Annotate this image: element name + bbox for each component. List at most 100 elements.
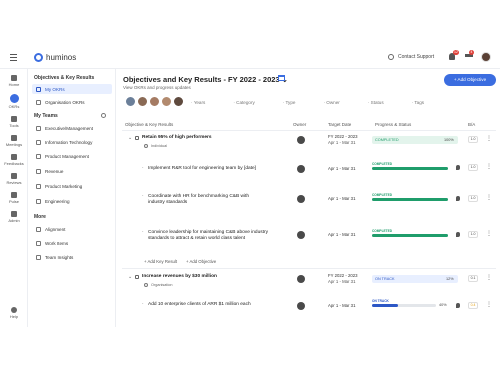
progress-status-label: ON TRACK xyxy=(372,299,389,303)
alignment-icon xyxy=(36,226,41,232)
score-box[interactable]: 0.4 xyxy=(468,302,478,309)
checkin-pin-icon[interactable] xyxy=(456,232,460,237)
objective-type: Individual xyxy=(151,144,168,148)
add-team-icon[interactable] xyxy=(101,113,106,118)
avatar[interactable] xyxy=(125,96,136,107)
key-result-title[interactable]: Add 10 enterprise clients of ARR $1 mill… xyxy=(148,302,293,308)
owner-avatar[interactable] xyxy=(297,165,305,173)
kr-bullet-icon: · xyxy=(142,165,144,171)
nav-pulse[interactable]: Pulse xyxy=(0,192,28,204)
collapse-chevron-icon[interactable]: ⌄ xyxy=(128,135,132,141)
app-logo[interactable]: huminos xyxy=(34,53,76,62)
objective-title[interactable]: Retain 95% of high performers xyxy=(142,135,212,141)
filter-years[interactable]: · Years xyxy=(191,100,219,105)
objective-title[interactable]: Increase revenues by $30 million xyxy=(142,274,217,280)
page-title[interactable]: Objectives and Key Results - FY 2022 - 2… xyxy=(123,75,288,84)
objective-type: Organisation xyxy=(151,283,173,287)
calendar-icon xyxy=(11,135,17,141)
sidebar-item-organisation-okrs[interactable]: Organisation OKRs xyxy=(32,97,112,107)
user-avatar[interactable] xyxy=(481,52,491,62)
collapse-chevron-icon[interactable]: ⌄ xyxy=(128,274,132,280)
avatar[interactable] xyxy=(173,96,184,107)
target-range: Apr 1 - Mar 31 xyxy=(328,279,356,284)
nav-reviews[interactable]: Reviews xyxy=(0,173,28,185)
tools-icon xyxy=(11,116,17,122)
owner-avatar[interactable] xyxy=(297,136,305,144)
sidebar-item-work-items[interactable]: Work Items xyxy=(32,238,112,248)
progress-bar[interactable]: COMPLETED xyxy=(372,162,448,170)
contact-support-label: Contact Support xyxy=(398,54,435,60)
checkin-pin-icon[interactable] xyxy=(456,196,460,201)
score-box[interactable]: 1.0 xyxy=(468,195,478,202)
sidebar-item-team[interactable]: Executive/Management xyxy=(32,123,112,133)
sidebar-item-team-insights[interactable]: Team Insights xyxy=(32,252,112,262)
more-options-icon[interactable]: ⋮ xyxy=(486,302,492,308)
sidebar-item-team[interactable]: Product Management xyxy=(32,151,112,161)
organisation-icon xyxy=(144,283,148,287)
progress-bar[interactable]: COMPLETED xyxy=(372,229,448,237)
avatar[interactable] xyxy=(149,96,160,107)
add-objective-button[interactable]: + Add Objective xyxy=(444,74,496,86)
logo-mark-icon xyxy=(34,53,43,62)
score-box[interactable]: 1.0 xyxy=(468,136,478,143)
kr-bullet-icon: · xyxy=(142,301,144,307)
sidebar-item-team[interactable]: Information Technology xyxy=(32,137,112,147)
avatar[interactable] xyxy=(137,96,148,107)
score-box[interactable]: 1.0 xyxy=(468,231,478,238)
notification-badge: 12 xyxy=(453,50,459,55)
key-result-title[interactable]: Convince leadership for maintaining C&B … xyxy=(148,230,288,242)
more-options-icon[interactable]: ⋮ xyxy=(486,195,492,201)
more-options-icon[interactable]: ⋮ xyxy=(486,136,492,142)
progress-bar[interactable]: COMPLETED xyxy=(372,193,448,201)
progress-fill xyxy=(372,304,398,307)
filter-label: Tags xyxy=(414,100,425,105)
sidebar-item-team[interactable]: Engineering xyxy=(32,196,112,206)
owner-avatar[interactable] xyxy=(297,275,305,283)
nav-tools[interactable]: Tools xyxy=(0,116,28,128)
score-box[interactable]: 0.1 xyxy=(468,275,478,282)
more-options-icon[interactable]: ⋮ xyxy=(486,275,492,281)
key-result-title[interactable]: Implement R&R tool for engineering team … xyxy=(148,166,283,172)
nav-okrs[interactable]: OKRs xyxy=(0,94,28,109)
calendar-icon[interactable] xyxy=(278,75,285,81)
owner-avatar[interactable] xyxy=(297,302,305,310)
avatar[interactable] xyxy=(161,96,172,107)
nav-meetings[interactable]: Meetings xyxy=(0,135,28,147)
more-options-icon[interactable]: ⋮ xyxy=(486,231,492,237)
objective-percent: 100% xyxy=(444,138,454,142)
sidebar-item-team[interactable]: Product Marketing xyxy=(32,181,112,191)
sidebar-item-label: Product Management xyxy=(45,153,89,159)
add-objective-link[interactable]: + Add Objective xyxy=(186,259,216,264)
sidebar-item-alignment[interactable]: Alignment xyxy=(32,224,112,234)
nav-home[interactable]: Home xyxy=(0,75,28,87)
sidebar-item-team[interactable]: Revenue xyxy=(32,166,112,176)
filter-status[interactable]: · Status xyxy=(368,100,398,105)
sidebar-item-my-okrs[interactable]: My OKRs xyxy=(32,84,112,94)
owner-avatar[interactable] xyxy=(297,195,305,203)
nav-pulse-label: Pulse xyxy=(8,199,19,204)
contact-support-link[interactable]: Contact Support xyxy=(388,54,434,60)
team-avatars xyxy=(125,96,185,107)
filter-type[interactable]: · Type xyxy=(283,100,310,105)
score-box[interactable]: 1.0 xyxy=(468,164,478,171)
add-key-result-link[interactable]: + Add Key Result xyxy=(144,259,177,264)
hamburger-menu-icon[interactable] xyxy=(10,54,17,63)
nav-admin[interactable]: Admin xyxy=(0,211,28,223)
more-options-icon[interactable]: ⋮ xyxy=(486,164,492,170)
gear-icon xyxy=(11,211,17,217)
filter-tags[interactable]: · Tags xyxy=(412,100,438,105)
checkin-pin-icon[interactable] xyxy=(456,303,460,308)
key-result-title[interactable]: Coordinate with HR for benchmarking C&B … xyxy=(148,194,266,206)
sidebar-teams-title: My Teams xyxy=(34,113,58,119)
filter-owner[interactable]: · Owner xyxy=(323,100,353,105)
organisation-icon xyxy=(36,99,41,105)
insights-icon xyxy=(36,254,41,260)
left-nav: Home OKRs Tools Meetings Feedbacks Revie… xyxy=(0,69,28,327)
owner-avatar[interactable] xyxy=(297,231,305,239)
progress-bar[interactable]: ON TRACK xyxy=(372,299,436,307)
nav-help[interactable]: Help xyxy=(0,307,28,319)
checkin-pin-icon[interactable] xyxy=(456,165,460,170)
filter-category[interactable]: · Category xyxy=(233,100,268,105)
column-okr: Objective & Key Results xyxy=(125,122,174,127)
nav-feedbacks[interactable]: Feedbacks xyxy=(0,154,28,166)
